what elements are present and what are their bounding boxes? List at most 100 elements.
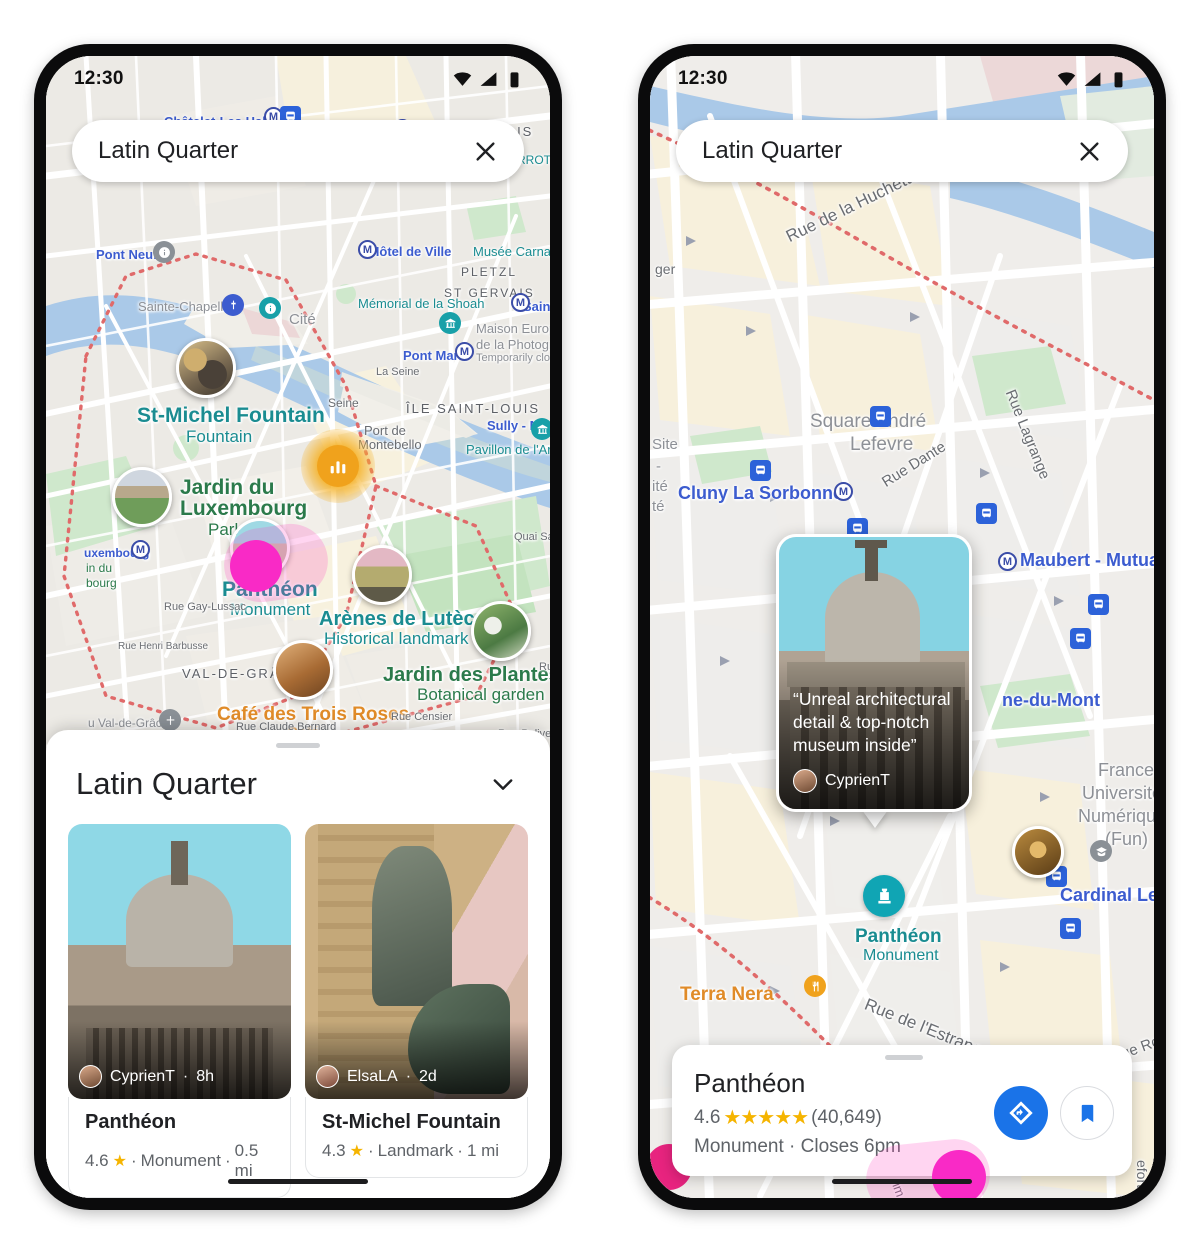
close-icon[interactable] (468, 134, 502, 168)
search-bar-right[interactable]: Latin Quarter (676, 120, 1128, 182)
museum-icon[interactable] (439, 312, 461, 334)
callout-byline: CyprienT (793, 769, 890, 793)
place-subtitle: 4.6 ★ · Monument · 0.5 mi (85, 1141, 274, 1181)
place-name: Panthéon (85, 1111, 177, 1133)
photo-marker-cafe-des-trois-roses[interactable] (273, 640, 333, 700)
sheet-title: Latin Quarter (76, 766, 257, 801)
church-icon[interactable] (222, 294, 244, 316)
screenshot-stage: Châtelet-Les HallesRambuteauLE MARAISLou… (0, 0, 1200, 1254)
review-count: (40,649) (811, 1106, 882, 1128)
place-subtitle: 4.3 ★ · Landmark · 1 mi (322, 1141, 511, 1161)
review-callout[interactable]: “Unreal architectural detail & top-notch… (776, 534, 972, 812)
explore-pin[interactable] (301, 429, 375, 503)
gesture-bar[interactable] (228, 1179, 368, 1184)
star-icon: ★ (112, 1153, 127, 1170)
restaurant-icon[interactable] (804, 975, 826, 997)
avatar (79, 1065, 102, 1088)
search-input[interactable]: Latin Quarter (98, 137, 468, 165)
right-phone-screen: Rue de la Huchette ger Square André Lefevre… (650, 56, 1154, 1198)
star-icon: ★ (349, 1143, 364, 1160)
callout-quote: “Unreal architectural detail & top-notch… (793, 688, 951, 755)
place-sep: · (367, 1141, 374, 1160)
place-card[interactable]: CyprienT · 8h Panthéon 4.6 ★ · Monument … (68, 824, 291, 1198)
place-name: St-Michel Fountain (322, 1111, 501, 1133)
metro-icon[interactable]: M (358, 240, 377, 259)
photo-byline: CyprienT · 8h (79, 1065, 214, 1088)
chevron-down-icon[interactable] (486, 767, 520, 801)
place-distance: 1 mi (466, 1141, 500, 1160)
photo-byline: ElsaLA · 2d (316, 1065, 437, 1088)
save-button[interactable] (1060, 1086, 1114, 1140)
place-rating: 4.6 (85, 1151, 109, 1170)
photo-age: 2d (419, 1067, 437, 1085)
photo-age: 8h (196, 1067, 215, 1085)
bottom-sheet-left[interactable]: Latin Quarter CyprienT · 8h Panthéon 4.6… (46, 730, 550, 1198)
place-sheet-info: Panthéon 4.6 ★★★★★ (40,649) Monument · C… (694, 1068, 994, 1158)
place-photo[interactable]: CyprienT · 8h (68, 824, 291, 1099)
bus-icon[interactable] (1088, 594, 1109, 615)
attraction-icon[interactable] (153, 241, 175, 263)
gesture-bar[interactable] (832, 1179, 972, 1184)
photo-marker-pantheon[interactable] (230, 518, 290, 578)
bus-icon[interactable] (1070, 628, 1091, 649)
explore-icon (317, 445, 359, 487)
place-category-hours: Monument · Closes 6pm (694, 1136, 901, 1157)
star-rating-icons: ★★★★★ (723, 1107, 809, 1129)
close-icon[interactable] (1072, 134, 1106, 168)
photo-marker-jardin-des-plantes[interactable] (471, 601, 531, 661)
bus-icon[interactable] (750, 460, 771, 481)
place-distance: 0.5 mi (234, 1141, 259, 1180)
photo-marker-jardin-du-luxembourg[interactable] (112, 467, 172, 527)
bus-icon[interactable] (870, 406, 891, 427)
search-bar-left[interactable]: Latin Quarter (72, 120, 524, 182)
place-card-list: CyprienT · 8h Panthéon 4.6 ★ · Monument … (46, 802, 550, 1198)
metro-icon[interactable]: M (511, 293, 530, 312)
sheet-grabber[interactable] (885, 1055, 923, 1060)
avatar (316, 1065, 339, 1088)
hospital-icon[interactable] (159, 709, 181, 731)
bus-icon[interactable] (976, 503, 997, 524)
avatar (793, 769, 817, 793)
place-rating: 4.3 (322, 1141, 346, 1160)
search-input[interactable]: Latin Quarter (702, 137, 1072, 165)
left-phone-frame: Châtelet-Les HallesRambuteauLE MARAISLou… (34, 44, 562, 1210)
place-rating: 4.6 (694, 1106, 721, 1128)
place-card[interactable]: ElsaLA · 2d St-Michel Fountain 4.3 ★ · L… (305, 824, 528, 1198)
directions-icon (1009, 1101, 1033, 1125)
pantheon-pin[interactable] (863, 875, 905, 917)
photo-marker-st-michel-fountain[interactable] (176, 338, 236, 398)
callout-author: CyprienT (825, 772, 890, 789)
metro-icon[interactable]: M (834, 482, 853, 501)
directions-button[interactable] (994, 1086, 1048, 1140)
place-sheet-right[interactable]: Panthéon 4.6 ★★★★★ (40,649) Monument · C… (672, 1045, 1132, 1176)
place-rating-row: 4.6 ★★★★★ (40,649) (694, 1105, 994, 1130)
photo-marker-cardinal[interactable] (1012, 826, 1064, 878)
place-photo[interactable]: ElsaLA · 2d (305, 824, 528, 1099)
museum-icon[interactable] (531, 418, 550, 440)
metro-icon[interactable]: M (131, 540, 150, 559)
right-phone-frame: Rue de la Huchette ger Square André Lefevre… (638, 44, 1166, 1210)
bookmark-icon (1081, 1104, 1093, 1122)
monument-icon (877, 888, 891, 903)
place-name: Panthéon (694, 1068, 806, 1098)
bus-icon[interactable] (1060, 918, 1081, 939)
photo-marker-arenes-de-lutece[interactable] (352, 545, 412, 605)
metro-icon[interactable]: M (998, 552, 1017, 571)
place-sep2: · (457, 1141, 463, 1160)
university-icon[interactable] (1090, 840, 1112, 862)
place-category: Landmark (377, 1141, 454, 1160)
place-sheet-row: Panthéon 4.6 ★★★★★ (40,649) Monument · C… (694, 1068, 1114, 1158)
place-category: Monument (140, 1151, 221, 1170)
photo-author: CyprienT (110, 1067, 175, 1085)
place-sep: · (130, 1151, 137, 1170)
callout-tail (862, 810, 888, 828)
place-meta: St-Michel Fountain 4.3 ★ · Landmark · 1 … (305, 1097, 528, 1178)
place-sep2: · (224, 1151, 231, 1170)
info-icon[interactable] (259, 297, 281, 319)
metro-icon[interactable]: M (455, 342, 474, 361)
photo-sep: · (182, 1067, 189, 1085)
sheet-header: Latin Quarter (46, 748, 550, 802)
photo-author: ElsaLA (347, 1067, 398, 1085)
photo-sep: · (405, 1067, 412, 1085)
left-phone-screen: Châtelet-Les HallesRambuteauLE MARAISLou… (46, 56, 550, 1198)
